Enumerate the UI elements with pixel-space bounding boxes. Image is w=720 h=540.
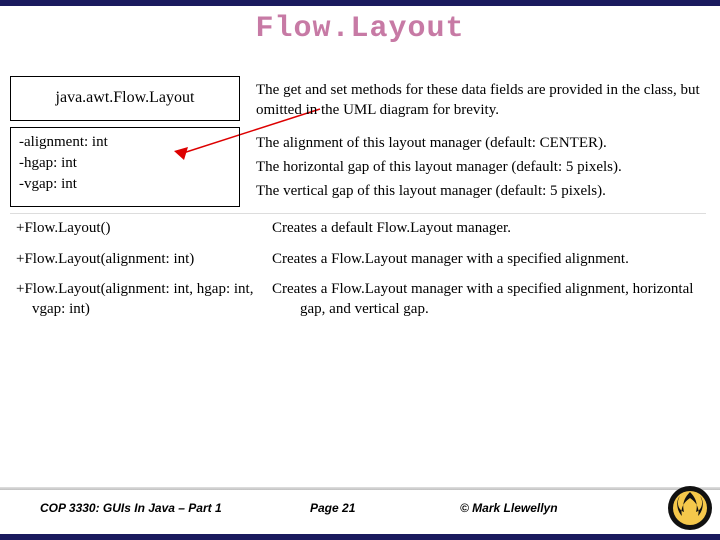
uml-fields-row: -alignment: int -hgap: int -vgap: int Th… [10,127,710,208]
separator [10,213,706,214]
constructor-sig: +Flow.Layout(alignment: int, hgap: int, … [10,279,256,320]
uml-field: -vgap: int [11,174,239,199]
footer: COP 3330: GUIs In Java – Part 1 Page 21 … [0,488,720,528]
uml-field: -hgap: int [11,153,239,174]
course-label: COP 3330: GUIs In Java – Part 1 [0,501,280,515]
constructors-grid: +Flow.Layout() Creates a default Flow.La… [10,218,710,319]
field-desc: The alignment of this layout manager (de… [256,127,710,155]
constructor-desc: Creates a Flow.Layout manager with a spe… [272,279,710,320]
page-number: Page 21 [280,501,450,515]
slide: Flow.Layout java.awt.Flow.Layout The get… [0,0,720,540]
content-area: java.awt.Flow.Layout The get and set met… [10,76,710,319]
field-desc: The horizontal gap of this layout manage… [256,155,710,179]
slide-title: Flow.Layout [0,6,720,56]
uml-classname: java.awt.Flow.Layout [11,77,239,119]
brevity-note: The get and set methods for these data f… [256,76,710,121]
ucf-logo-icon [666,484,714,532]
field-desc: The vertical gap of this layout manager … [256,179,710,207]
uml-field: -alignment: int [11,128,239,153]
uml-fields-box: -alignment: int -hgap: int -vgap: int [10,127,240,208]
constructor-sig: +Flow.Layout(alignment: int) [10,249,256,269]
constructor-desc: Creates a Flow.Layout manager with a spe… [272,249,710,269]
uml-classname-box: java.awt.Flow.Layout [10,76,240,121]
field-descriptions: The alignment of this layout manager (de… [256,127,710,208]
constructor-sig: +Flow.Layout() [10,218,256,238]
constructor-desc: Creates a default Flow.Layout manager. [272,218,710,238]
uml-header-row: java.awt.Flow.Layout The get and set met… [10,76,710,121]
